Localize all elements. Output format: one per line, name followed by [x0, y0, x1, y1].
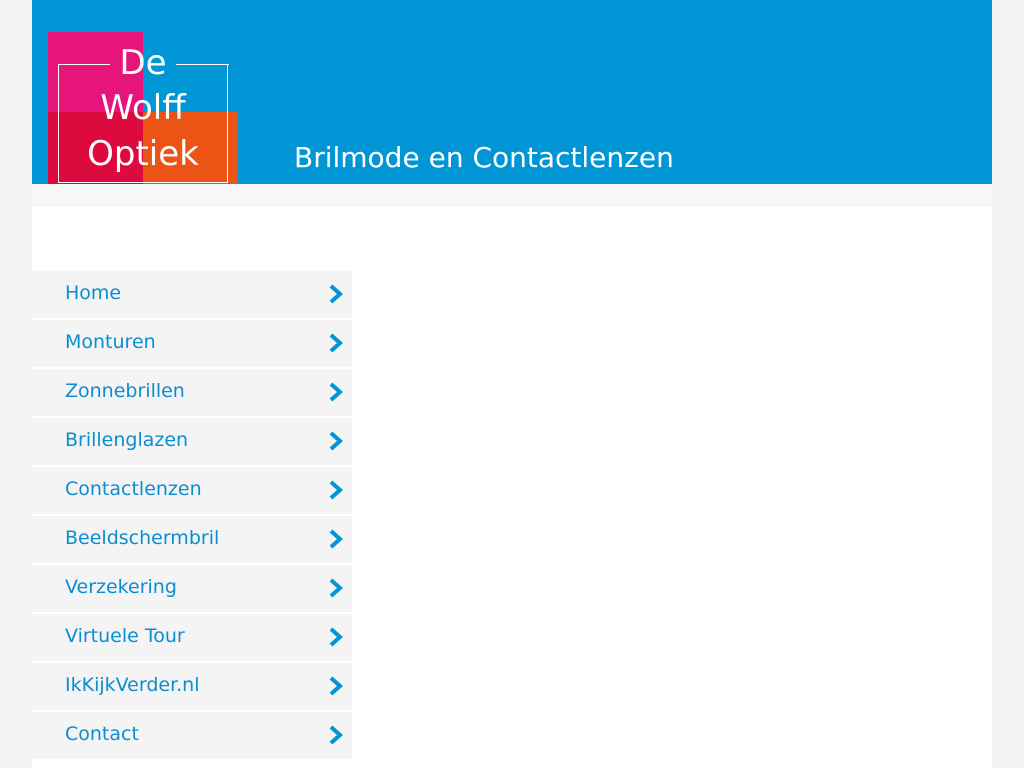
- header-subband: [32, 184, 992, 207]
- chevron-right-icon: [329, 480, 344, 500]
- sidebar-nav: Home Monturen Zonnebrillen Brillenglazen…: [32, 271, 352, 761]
- chevron-right-icon: [329, 578, 344, 598]
- sidebar-item-zonnebrillen[interactable]: Zonnebrillen: [32, 369, 352, 416]
- sidebar-item-home[interactable]: Home: [32, 271, 352, 318]
- page-container: De Wolff Optiek Brilmode en Contactlenze…: [32, 0, 992, 768]
- sidebar-item-verzekering[interactable]: Verzekering: [32, 565, 352, 612]
- chevron-right-icon: [329, 382, 344, 402]
- sidebar-item-label: IkKijkVerder.nl: [65, 674, 200, 696]
- chevron-right-icon: [329, 284, 344, 304]
- sidebar-item-brillenglazen[interactable]: Brillenglazen: [32, 418, 352, 465]
- chevron-right-icon: [329, 333, 344, 353]
- logo-text-line-2: Wolff: [100, 88, 186, 128]
- sidebar-item-label: Home: [65, 282, 122, 304]
- chevron-right-icon: [329, 529, 344, 549]
- logo-text-line-3: Optiek: [87, 134, 199, 174]
- site-header: De Wolff Optiek Brilmode en Contactlenze…: [32, 0, 992, 192]
- sidebar-item-contact[interactable]: Contact: [32, 712, 352, 759]
- sidebar-item-beeldschermbril[interactable]: Beeldschermbril: [32, 516, 352, 563]
- logo[interactable]: De Wolff Optiek: [48, 32, 238, 192]
- sidebar-item-label: Virtuele Tour: [65, 625, 185, 647]
- site-tagline: Brilmode en Contactlenzen: [294, 141, 674, 174]
- sidebar-item-label: Monturen: [65, 331, 156, 353]
- sidebar-item-virtuele-tour[interactable]: Virtuele Tour: [32, 614, 352, 661]
- chevron-right-icon: [329, 725, 344, 745]
- chevron-right-icon: [329, 676, 344, 696]
- sidebar-item-label: Contact: [65, 723, 139, 745]
- sidebar-item-label: Brillenglazen: [65, 429, 189, 451]
- sidebar-item-label: Verzekering: [65, 576, 177, 598]
- sidebar-item-label: Zonnebrillen: [65, 380, 185, 402]
- chevron-right-icon: [329, 627, 344, 647]
- sidebar-item-contactlenzen[interactable]: Contactlenzen: [32, 467, 352, 514]
- chevron-right-icon: [329, 431, 344, 451]
- sidebar-item-monturen[interactable]: Monturen: [32, 320, 352, 367]
- sidebar-item-ikkijkverder[interactable]: IkKijkVerder.nl: [32, 663, 352, 710]
- logo-text-line-1: De: [119, 43, 167, 83]
- sidebar-item-label: Beeldschermbril: [65, 527, 220, 549]
- sidebar-item-label: Contactlenzen: [65, 478, 202, 500]
